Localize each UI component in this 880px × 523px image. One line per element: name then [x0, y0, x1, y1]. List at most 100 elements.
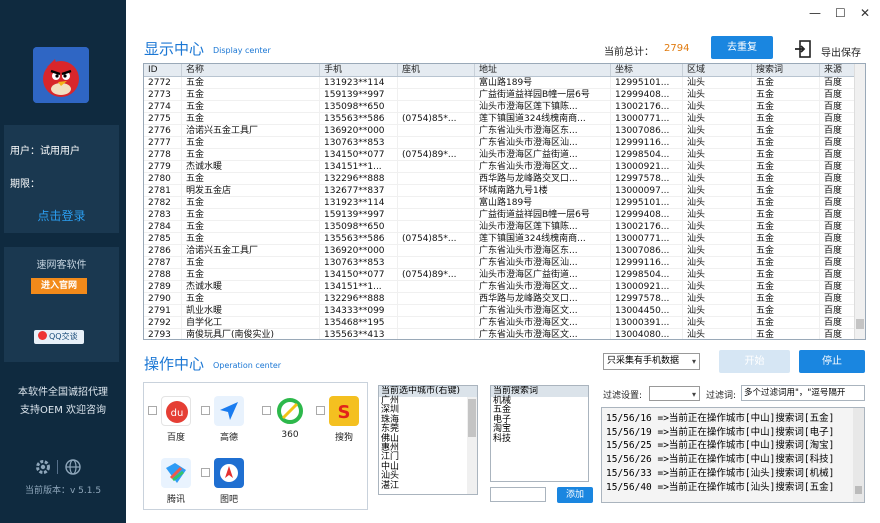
table-row[interactable]: 2783 五金 159139**997 广益街道益祥园B幢一层6号 12999408..… — [144, 209, 865, 221]
column-header[interactable]: 搜索词 — [752, 64, 820, 76]
column-header[interactable]: 来源 — [820, 64, 857, 76]
keyword-list[interactable]: 当前搜索词 机械 五金 电子 淘宝 科技 — [490, 385, 589, 482]
table-cell: 百度 — [820, 293, 857, 304]
city-list-scrollbar[interactable] — [467, 397, 477, 494]
table-cell: 百度 — [820, 317, 857, 328]
svg-text:S: S — [338, 402, 351, 423]
add-keyword-button[interactable]: 添加 — [557, 487, 593, 503]
city-item[interactable]: 湛江 — [379, 481, 477, 491]
qq-icon — [38, 331, 47, 340]
table-row[interactable]: 2792 自学化工 135468**195 广东省汕头市澄海区文... 13000391… — [144, 317, 865, 329]
table-row[interactable]: 2773 五金 159139**997 广益街道益祥园B幢一层6号 12999408..… — [144, 89, 865, 101]
table-cell: 广东省汕头市澄海区文... — [475, 161, 611, 172]
column-header[interactable]: 坐标 — [611, 64, 683, 76]
table-cell: 百度 — [820, 137, 857, 148]
table-cell: 2784 — [144, 221, 182, 232]
maximize-button[interactable]: ☐ — [835, 6, 846, 20]
table-row[interactable]: 2780 五金 132296**888 西华路与龙峰路交叉口... 12997578..… — [144, 173, 865, 185]
table-cell: 广东省汕头市澄海区汕... — [475, 137, 611, 148]
keyword-items: 机械 五金 电子 淘宝 科技 — [491, 396, 588, 444]
table-cell: 汕头 — [683, 293, 752, 304]
qq-chat-button[interactable]: QQ交谈 — [34, 330, 84, 344]
table-cell: 五金 — [182, 269, 320, 280]
table-row[interactable]: 2786 洽诺兴五金工具厂 136920**000 广东省汕头市澄海区东... 1300… — [144, 245, 865, 257]
column-header[interactable]: 座机 — [398, 64, 475, 76]
start-button[interactable]: 开始 — [719, 350, 790, 373]
table-row[interactable]: 2787 五金 130763**853 广东省汕头市澄海区汕... 12999116..… — [144, 257, 865, 269]
login-link[interactable]: 点击登录 — [4, 207, 119, 224]
export-icon[interactable] — [794, 40, 812, 58]
globe-icon[interactable] — [64, 458, 82, 476]
table-scrollbar[interactable] — [854, 64, 865, 339]
table-cell: 五金 — [752, 293, 820, 304]
table-row[interactable]: 2778 五金 134150**077 (0754)89*... 汕头市澄海区广益街道.… — [144, 149, 865, 161]
table-cell: 13000771... — [611, 113, 683, 124]
operation-log: 15/56/16 =>当前正在操作城市[中山]搜索词[五金] 15/56/19 =… — [601, 407, 865, 503]
table-row[interactable]: 2785 五金 135563**586 (0754)85*... 莲下镇国道324线槐南… — [144, 233, 865, 245]
table-cell: 百度 — [820, 149, 857, 160]
table-row[interactable]: 2793 南俊玩具厂(南俊实业) 135563**413 广东省汕头市澄海区文... 1… — [144, 329, 865, 339]
table-row[interactable]: 2789 杰诚水暖 134151**1... 广东省汕头市澄海区文... 1300092… — [144, 281, 865, 293]
sogou-app[interactable]: S 搜狗 — [324, 396, 364, 443]
table-cell — [398, 281, 475, 292]
filter-select[interactable]: ▾ — [649, 386, 700, 401]
column-header[interactable]: 地址 — [475, 64, 611, 76]
table-cell: 2785 — [144, 233, 182, 244]
table-row[interactable]: 2774 五金 135098**650 汕头市澄海区莲下镇陈... 13002176..… — [144, 101, 865, 113]
column-header[interactable]: ID — [144, 64, 182, 76]
table-row[interactable]: 2777 五金 130763**853 广东省汕头市澄海区汕... 12999116..… — [144, 137, 865, 149]
table-cell: 五金 — [752, 269, 820, 280]
360-app[interactable]: 360 — [270, 396, 310, 440]
scroll-thumb[interactable] — [855, 486, 862, 494]
table-cell: 2776 — [144, 125, 182, 136]
tuba-app[interactable]: 图吧 — [209, 458, 249, 505]
table-cell: 广东省汕头市澄海区东... — [475, 125, 611, 136]
column-header[interactable]: 名称 — [182, 64, 320, 76]
keyword-input[interactable] — [490, 487, 546, 502]
dedup-button[interactable]: 去重复 — [711, 36, 773, 59]
table-cell: 莲下镇国道324线槐南商... — [475, 113, 611, 124]
scroll-thumb[interactable] — [468, 399, 476, 437]
table-row[interactable]: 2776 洽诺兴五金工具厂 136920**000 广东省汕头市澄海区东... 1300… — [144, 125, 865, 137]
table-cell: 汕头 — [683, 197, 752, 208]
table-row[interactable]: 2784 五金 135098**650 汕头市澄海区莲下镇陈... 13002176..… — [144, 221, 865, 233]
column-header[interactable]: 区域 — [683, 64, 752, 76]
table-cell: 五金 — [752, 197, 820, 208]
table-cell: 汕头 — [683, 125, 752, 136]
filter-word-input[interactable]: 多个过滤词用"，"逗号隔开 — [741, 385, 865, 401]
table-cell — [398, 221, 475, 232]
tencent-app[interactable]: 腾讯 — [156, 458, 196, 505]
table-row[interactable]: 2779 杰诚水暖 134151**1... 广东省汕头市澄海区文... 1300092… — [144, 161, 865, 173]
table-cell — [398, 161, 475, 172]
table-body: 2772 五金 131923**114 富山路189号 12995101... 汕头 五金百… — [144, 77, 865, 339]
qq-chat-label: QQ交谈 — [49, 332, 78, 341]
table-row[interactable]: 2775 五金 135563**586 (0754)85*... 莲下镇国道324线槐南… — [144, 113, 865, 125]
mode-select[interactable]: 只采集有手机数据 ▾ — [603, 353, 700, 370]
city-list[interactable]: 当前选中城市(右键) 广州 深圳 珠海 东莞 佛山 惠州 江门 中山 汕头 湛江 — [378, 385, 478, 495]
sogou-icon: S — [329, 396, 359, 426]
gaode-app[interactable]: 高德 — [209, 396, 249, 443]
promo-panel: 速网客软件 进入官网 QQ交谈 — [4, 247, 119, 362]
table-cell — [398, 209, 475, 220]
table-cell — [398, 101, 475, 112]
scroll-thumb[interactable] — [856, 319, 864, 329]
source-apps-panel: du 百度 高德 360 S 搜狗 腾讯 图吧 — [143, 382, 368, 510]
table-row[interactable]: 2790 五金 132296**888 西华路与龙峰路交叉口... 12997578..… — [144, 293, 865, 305]
gear-icon[interactable] — [34, 458, 52, 476]
keyword-item[interactable]: 科技 — [491, 434, 588, 444]
table-row[interactable]: 2788 五金 134150**077 (0754)89*... 汕头市澄海区广益街道.… — [144, 269, 865, 281]
baidu-app[interactable]: du 百度 — [156, 396, 196, 443]
log-scrollbar[interactable] — [853, 408, 864, 502]
table-cell: 2791 — [144, 305, 182, 316]
table-cell: 130763**853 — [320, 257, 398, 268]
table-row[interactable]: 2772 五金 131923**114 富山路189号 12995101... 汕头 五金百… — [144, 77, 865, 89]
close-button[interactable]: ✕ — [860, 6, 870, 20]
export-button[interactable]: 导出保存 — [821, 44, 861, 59]
column-header[interactable]: 手机 — [320, 64, 398, 76]
table-row[interactable]: 2782 五金 131923**114 富山路189号 12995101... 汕头 五金百… — [144, 197, 865, 209]
stop-button[interactable]: 停止 — [799, 350, 865, 373]
enter-site-button[interactable]: 进入官网 — [31, 278, 87, 294]
table-row[interactable]: 2791 凯业水暖 134333**099 广东省汕头市澄海区文... 13004450… — [144, 305, 865, 317]
minimize-button[interactable]: — — [809, 6, 821, 20]
table-row[interactable]: 2781 明发五金店 132677**837 环城南路九号1楼 13000097... 汕… — [144, 185, 865, 197]
